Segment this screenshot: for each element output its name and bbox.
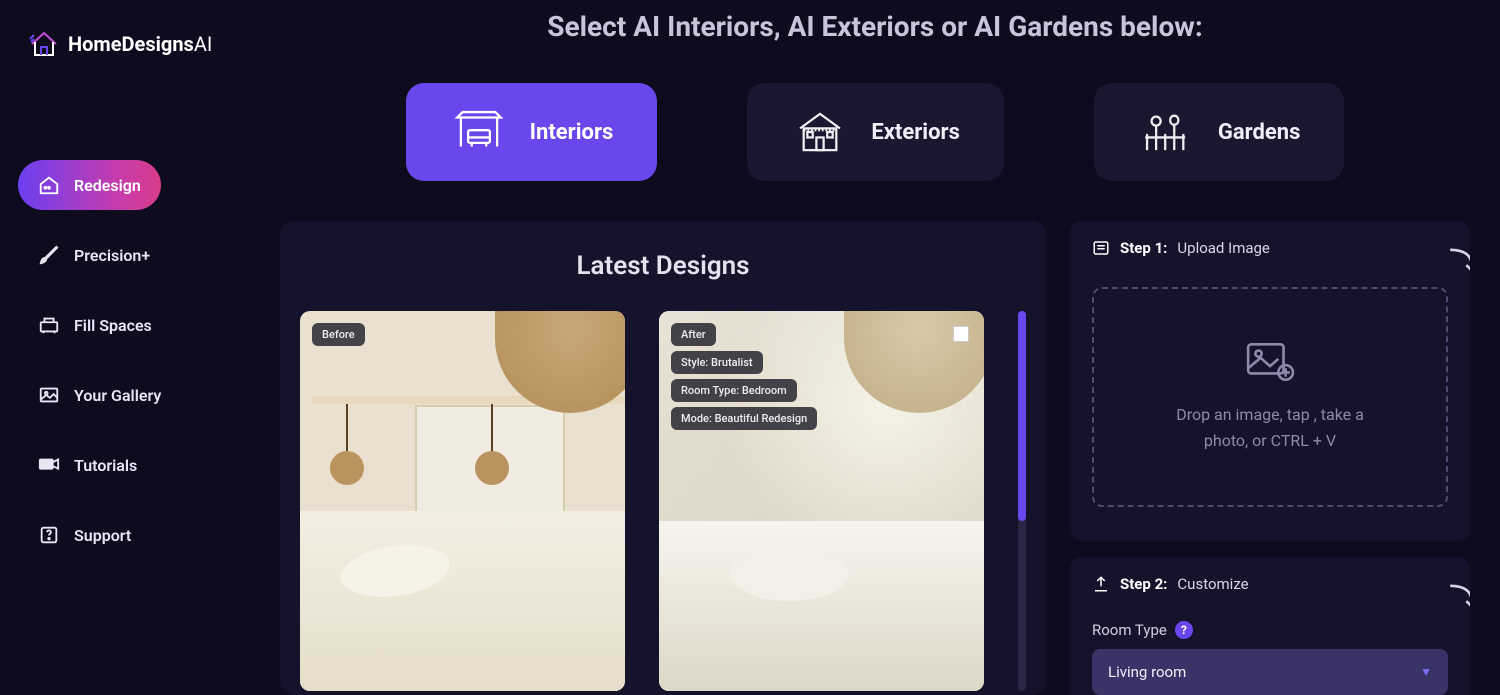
list-icon xyxy=(1092,239,1110,257)
mode-selector: Interiors Exteriors Gardens xyxy=(280,83,1470,181)
support-icon xyxy=(38,524,60,546)
image-upload-icon xyxy=(1245,340,1295,384)
sidebar-item-precision[interactable]: Precision+ xyxy=(18,230,170,280)
sidebar-item-label: Precision+ xyxy=(74,246,150,265)
sidebar-item-fillspaces[interactable]: Fill Spaces xyxy=(18,300,172,350)
gardens-icon xyxy=(1138,103,1196,161)
config-panel: Step 1: Upload Image Drop an image, tap … xyxy=(1070,221,1470,695)
design-card-after[interactable]: After Style: Brutalist Room Type: Bedroo… xyxy=(659,311,984,691)
mode-badge: Mode: Beautiful Redesign xyxy=(671,407,817,430)
sidebar-item-support[interactable]: Support xyxy=(18,510,151,560)
tutorials-icon xyxy=(38,454,60,476)
sidebar-item-label: Your Gallery xyxy=(74,386,161,405)
brand-logo[interactable]: HomeDesignsAI xyxy=(28,28,242,60)
design-card-before[interactable]: Before xyxy=(300,311,625,691)
after-badge: After xyxy=(671,323,716,346)
roomtype-badge: Room Type: Bedroom xyxy=(671,379,797,402)
room-type-label: Room Type ? xyxy=(1092,621,1448,639)
step1-header: Step 1: Upload Image xyxy=(1092,239,1448,257)
fillspaces-icon xyxy=(38,314,60,336)
mode-label: Interiors xyxy=(530,120,614,145)
upload-small-icon xyxy=(1092,575,1110,593)
style-badge: Style: Brutalist xyxy=(671,351,763,374)
designs-scrollbar[interactable] xyxy=(1018,311,1026,691)
select-checkbox[interactable] xyxy=(953,326,969,342)
before-badge: Before xyxy=(312,323,365,346)
redesign-icon xyxy=(38,174,60,196)
main-area: Select AI Interiors, AI Exteriors or AI … xyxy=(260,0,1500,695)
upload-dropzone[interactable]: Drop an image, tap , take a photo, or CT… xyxy=(1092,287,1448,507)
dropzone-text: Drop an image, tap , take a photo, or CT… xyxy=(1170,402,1370,453)
arrow-icon xyxy=(1446,243,1470,277)
step2-header: Step 2: Customize xyxy=(1092,575,1448,593)
gallery-icon xyxy=(38,384,60,406)
brush-icon xyxy=(38,244,60,266)
step2-panel: Step 2: Customize Room Type ? Living roo… xyxy=(1070,557,1470,695)
step1-label-bold: Step 1: xyxy=(1120,239,1167,257)
latest-designs-panel: Latest Designs Before After xyxy=(280,221,1046,695)
mode-gardens[interactable]: Gardens xyxy=(1094,83,1345,181)
exteriors-icon xyxy=(791,103,849,161)
step1-panel: Step 1: Upload Image Drop an image, tap … xyxy=(1070,221,1470,541)
room-type-select[interactable]: Living room ▼ xyxy=(1092,649,1448,695)
mode-label: Exteriors xyxy=(871,120,960,145)
step2-label-rest: Customize xyxy=(1177,575,1248,593)
house-logo-icon xyxy=(28,28,60,60)
sidebar-item-gallery[interactable]: Your Gallery xyxy=(18,370,181,420)
step1-label-rest: Upload Image xyxy=(1177,239,1269,257)
sidebar-item-label: Fill Spaces xyxy=(74,316,152,335)
latest-designs-title: Latest Designs xyxy=(300,251,1026,281)
interiors-icon xyxy=(450,103,508,161)
sidebar-item-label: Tutorials xyxy=(74,456,137,475)
mode-label: Gardens xyxy=(1218,120,1301,145)
sidebar: HomeDesignsAI Redesign Precision+ Fill S… xyxy=(0,0,260,695)
brand-name: HomeDesignsAI xyxy=(68,32,212,56)
sidebar-item-label: Support xyxy=(74,526,131,545)
mode-interiors[interactable]: Interiors xyxy=(406,83,658,181)
sidebar-item-label: Redesign xyxy=(74,176,141,195)
page-headline: Select AI Interiors, AI Exteriors or AI … xyxy=(280,10,1470,43)
step2-label-bold: Step 2: xyxy=(1120,575,1167,593)
sidebar-item-redesign[interactable]: Redesign xyxy=(18,160,161,210)
room-type-value: Living room xyxy=(1108,663,1186,681)
help-icon[interactable]: ? xyxy=(1175,621,1193,639)
sidebar-item-tutorials[interactable]: Tutorials xyxy=(18,440,157,490)
mode-exteriors[interactable]: Exteriors xyxy=(747,83,1004,181)
chevron-down-icon: ▼ xyxy=(1420,665,1432,679)
arrow-icon xyxy=(1446,579,1470,613)
